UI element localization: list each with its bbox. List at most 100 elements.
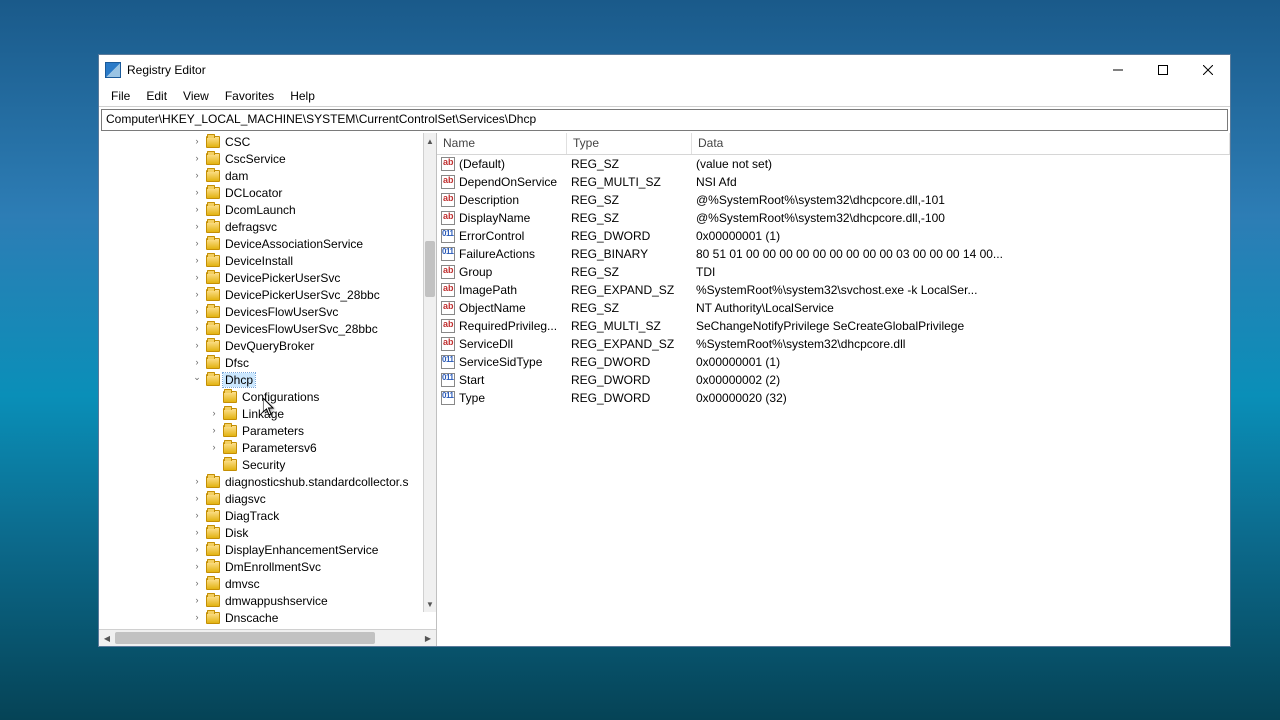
tree-node[interactable]: ›DevicesFlowUserSvc bbox=[103, 303, 423, 320]
value-row[interactable]: ServiceSidTypeREG_DWORD0x00000001 (1) bbox=[437, 353, 1230, 371]
titlebar[interactable]: Registry Editor bbox=[99, 55, 1230, 85]
expand-icon[interactable]: › bbox=[191, 273, 203, 282]
expand-icon[interactable]: › bbox=[191, 494, 203, 503]
expand-icon[interactable]: › bbox=[208, 426, 220, 435]
tree-node[interactable]: › diagnosticshub.standardcollector.s bbox=[103, 473, 423, 490]
scroll-thumb[interactable] bbox=[425, 241, 435, 297]
tree-node[interactable]: Security bbox=[103, 456, 423, 473]
tree-node[interactable]: ›DCLocator bbox=[103, 184, 423, 201]
tree-horizontal-scrollbar[interactable]: ◀ ▶ bbox=[99, 629, 436, 646]
value-type: REG_SZ bbox=[571, 301, 696, 315]
expand-icon[interactable]: › bbox=[191, 137, 203, 146]
column-header-name[interactable]: Name bbox=[437, 133, 567, 154]
column-header-data[interactable]: Data bbox=[692, 133, 1230, 154]
tree-node[interactable]: ›Parametersv6 bbox=[103, 439, 423, 456]
tree-node[interactable]: Configurations bbox=[103, 388, 423, 405]
expand-icon[interactable]: › bbox=[191, 222, 203, 231]
tree-node[interactable]: ›Dnscache bbox=[103, 609, 423, 626]
collapse-icon[interactable]: ⌄ bbox=[191, 373, 203, 382]
expand-icon[interactable]: › bbox=[191, 358, 203, 367]
tree-node[interactable]: ›Parameters bbox=[103, 422, 423, 439]
tree-node[interactable]: ›diagsvc bbox=[103, 490, 423, 507]
tree-node[interactable]: ›Dfsc bbox=[103, 354, 423, 371]
string-value-icon bbox=[441, 301, 455, 315]
tree-node[interactable]: ›DmEnrollmentSvc bbox=[103, 558, 423, 575]
folder-icon bbox=[206, 306, 220, 318]
tree-node[interactable]: ⌄Dhcp bbox=[103, 371, 423, 388]
expand-icon[interactable]: › bbox=[191, 205, 203, 214]
expand-icon[interactable]: › bbox=[208, 409, 220, 418]
minimize-button[interactable] bbox=[1095, 56, 1140, 85]
tree-node[interactable]: ›DiagTrack bbox=[103, 507, 423, 524]
tree-node[interactable]: ›Linkage bbox=[103, 405, 423, 422]
value-row[interactable]: (Default)REG_SZ(value not set) bbox=[437, 155, 1230, 173]
value-row[interactable]: ObjectNameREG_SZNT Authority\LocalServic… bbox=[437, 299, 1230, 317]
address-bar[interactable]: Computer\HKEY_LOCAL_MACHINE\SYSTEM\Curre… bbox=[101, 109, 1228, 131]
tree-node[interactable]: ›DevQueryBroker bbox=[103, 337, 423, 354]
expand-icon[interactable]: › bbox=[191, 477, 203, 486]
expand-icon[interactable]: › bbox=[191, 613, 203, 622]
menu-favorites[interactable]: Favorites bbox=[217, 87, 282, 105]
expand-icon[interactable]: › bbox=[191, 545, 203, 554]
tree-node[interactable]: ›DisplayEnhancementService bbox=[103, 541, 423, 558]
scroll-down-icon[interactable]: ▼ bbox=[424, 596, 436, 612]
scroll-right-icon[interactable]: ▶ bbox=[420, 634, 436, 643]
hscroll-thumb[interactable] bbox=[115, 632, 375, 644]
expand-icon[interactable]: › bbox=[191, 596, 203, 605]
tree-node[interactable]: ›DcomLaunch bbox=[103, 201, 423, 218]
expand-icon[interactable]: › bbox=[191, 324, 203, 333]
expand-icon[interactable]: › bbox=[191, 511, 203, 520]
tree-node[interactable]: ›CSC bbox=[103, 133, 423, 150]
expand-icon[interactable]: › bbox=[191, 171, 203, 180]
tree-node[interactable]: ›dam bbox=[103, 167, 423, 184]
tree-node[interactable]: ›Disk bbox=[103, 524, 423, 541]
expand-icon[interactable]: › bbox=[191, 290, 203, 299]
tree-node[interactable]: ›DevicesFlowUserSvc_28bbc bbox=[103, 320, 423, 337]
expand-icon[interactable]: › bbox=[191, 256, 203, 265]
tree-node[interactable]: ›CscService bbox=[103, 150, 423, 167]
expand-icon[interactable]: › bbox=[191, 307, 203, 316]
expand-icon[interactable]: › bbox=[191, 579, 203, 588]
value-row[interactable]: TypeREG_DWORD0x00000020 (32) bbox=[437, 389, 1230, 407]
value-row[interactable]: DisplayNameREG_SZ@%SystemRoot%\system32\… bbox=[437, 209, 1230, 227]
folder-icon bbox=[206, 153, 220, 165]
folder-icon bbox=[206, 289, 220, 301]
value-row[interactable]: RequiredPrivileg...REG_MULTI_SZSeChangeN… bbox=[437, 317, 1230, 335]
menu-help[interactable]: Help bbox=[282, 87, 323, 105]
tree-node-label: DevicePickerUserSvc bbox=[223, 271, 342, 285]
value-row[interactable]: DependOnServiceREG_MULTI_SZNSI Afd bbox=[437, 173, 1230, 191]
tree-node[interactable]: ›dmvsc bbox=[103, 575, 423, 592]
expand-icon[interactable]: › bbox=[208, 443, 220, 452]
tree-node[interactable]: ›defragsvc bbox=[103, 218, 423, 235]
value-row[interactable]: GroupREG_SZTDI bbox=[437, 263, 1230, 281]
menu-file[interactable]: File bbox=[103, 87, 138, 105]
value-row[interactable]: ErrorControlREG_DWORD0x00000001 (1) bbox=[437, 227, 1230, 245]
expand-icon[interactable]: › bbox=[191, 188, 203, 197]
folder-icon bbox=[223, 459, 237, 471]
expand-icon[interactable]: › bbox=[191, 528, 203, 537]
tree-node[interactable]: ›DevicePickerUserSvc_28bbc bbox=[103, 286, 423, 303]
menu-view[interactable]: View bbox=[175, 87, 217, 105]
tree-node[interactable]: › DevicePickerUserSvc bbox=[103, 269, 423, 286]
tree-node[interactable]: ›DeviceAssociationService bbox=[103, 235, 423, 252]
tree-vertical-scrollbar[interactable]: ▲ ▼ bbox=[423, 133, 436, 612]
value-name: ImagePath bbox=[459, 283, 571, 297]
value-row[interactable]: ImagePathREG_EXPAND_SZ%SystemRoot%\syste… bbox=[437, 281, 1230, 299]
expand-icon[interactable]: › bbox=[191, 239, 203, 248]
tree-node[interactable]: ›DeviceInstall bbox=[103, 252, 423, 269]
value-row[interactable]: ServiceDllREG_EXPAND_SZ%SystemRoot%\syst… bbox=[437, 335, 1230, 353]
value-row[interactable]: FailureActionsREG_BINARY80 51 01 00 00 0… bbox=[437, 245, 1230, 263]
tree-node-label: diagnosticshub.standardcollector.s bbox=[223, 475, 410, 489]
menu-edit[interactable]: Edit bbox=[138, 87, 175, 105]
close-button[interactable] bbox=[1185, 56, 1230, 85]
value-row[interactable]: DescriptionREG_SZ@%SystemRoot%\system32\… bbox=[437, 191, 1230, 209]
expand-icon[interactable]: › bbox=[191, 341, 203, 350]
scroll-up-icon[interactable]: ▲ bbox=[424, 133, 436, 149]
column-header-type[interactable]: Type bbox=[567, 133, 692, 154]
expand-icon[interactable]: › bbox=[191, 154, 203, 163]
maximize-button[interactable] bbox=[1140, 56, 1185, 85]
scroll-left-icon[interactable]: ◀ bbox=[99, 634, 115, 643]
expand-icon[interactable]: › bbox=[191, 562, 203, 571]
value-row[interactable]: StartREG_DWORD0x00000002 (2) bbox=[437, 371, 1230, 389]
tree-node[interactable]: ›dmwappushservice bbox=[103, 592, 423, 609]
